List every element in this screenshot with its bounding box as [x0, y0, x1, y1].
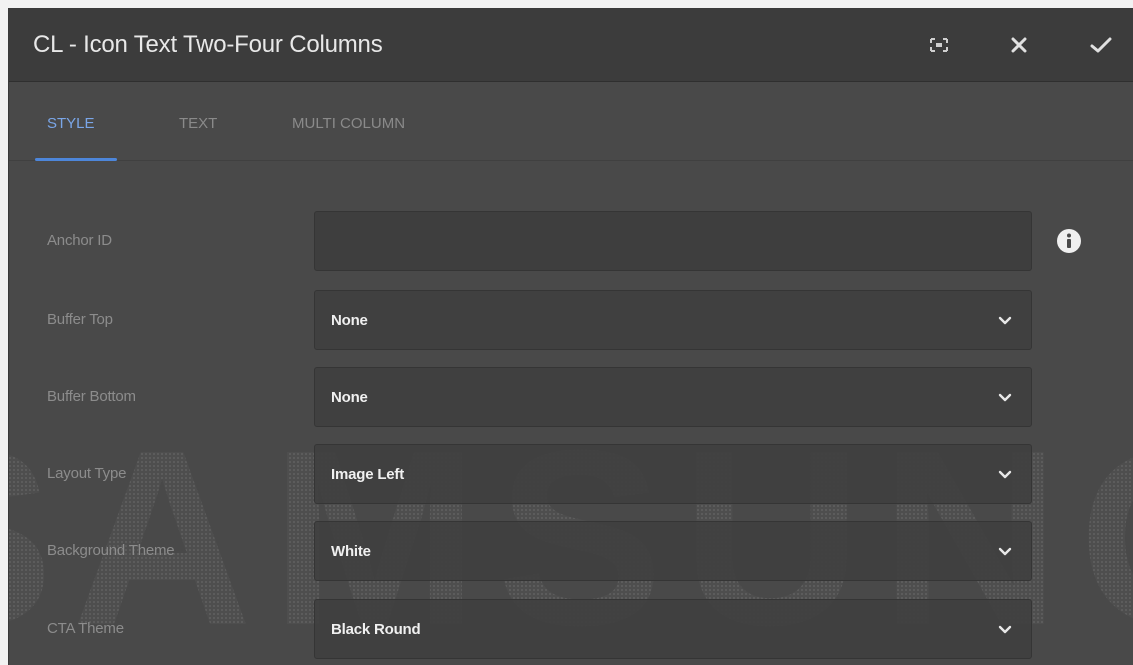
cta-theme-select[interactable]: Black Round — [314, 599, 1032, 659]
tab-style[interactable]: STYLE — [47, 115, 95, 132]
layout-type-select[interactable]: Image Left — [314, 444, 1032, 504]
buffer-top-row: Buffer Top None — [9, 290, 1133, 350]
dialog: CL - Icon Text Two-Four Columns STYLE TE… — [8, 8, 1133, 665]
background-theme-value: White — [331, 543, 371, 560]
tab-text[interactable]: TEXT — [179, 115, 217, 132]
cta-theme-label: CTA Theme — [47, 620, 124, 637]
anchor-id-label: Anchor ID — [47, 232, 112, 249]
layout-type-value: Image Left — [331, 466, 405, 483]
close-button[interactable] — [1001, 27, 1037, 63]
chevron-down-icon — [998, 316, 1012, 325]
anchor-id-row: Anchor ID — [9, 211, 1133, 271]
background-theme-label: Background Theme — [47, 542, 175, 559]
layout-type-row: Layout Type Image Left — [9, 444, 1133, 504]
info-button[interactable] — [1056, 228, 1082, 254]
dialog-header: CL - Icon Text Two-Four Columns — [9, 9, 1133, 82]
background-theme-row: Background Theme White — [9, 521, 1133, 581]
chevron-down-icon — [998, 625, 1012, 634]
close-icon — [1011, 37, 1027, 53]
checkmark-icon — [1090, 37, 1112, 53]
dialog-title: CL - Icon Text Two-Four Columns — [33, 31, 383, 58]
cta-theme-row: CTA Theme Black Round — [9, 599, 1133, 659]
chevron-down-icon — [998, 470, 1012, 479]
buffer-bottom-value: None — [331, 389, 368, 406]
buffer-top-value: None — [331, 312, 368, 329]
active-tab-indicator — [35, 158, 117, 161]
buffer-top-label: Buffer Top — [47, 311, 113, 328]
buffer-top-select[interactable]: None — [314, 290, 1032, 350]
fullscreen-icon — [930, 38, 948, 52]
chevron-down-icon — [998, 547, 1012, 556]
info-icon — [1057, 229, 1081, 253]
chevron-down-icon — [998, 393, 1012, 402]
tab-multi-column[interactable]: MULTI COLUMN — [292, 115, 405, 132]
done-button[interactable] — [1083, 27, 1119, 63]
tab-bar: STYLE TEXT MULTI COLUMN — [9, 83, 1133, 161]
buffer-bottom-label: Buffer Bottom — [47, 388, 136, 405]
cta-theme-value: Black Round — [331, 621, 421, 638]
anchor-id-input[interactable] — [314, 211, 1032, 271]
layout-type-label: Layout Type — [47, 465, 127, 482]
buffer-bottom-select[interactable]: None — [314, 367, 1032, 427]
fullscreen-button[interactable] — [921, 27, 957, 63]
buffer-bottom-row: Buffer Bottom None — [9, 367, 1133, 427]
background-theme-select[interactable]: White — [314, 521, 1032, 581]
